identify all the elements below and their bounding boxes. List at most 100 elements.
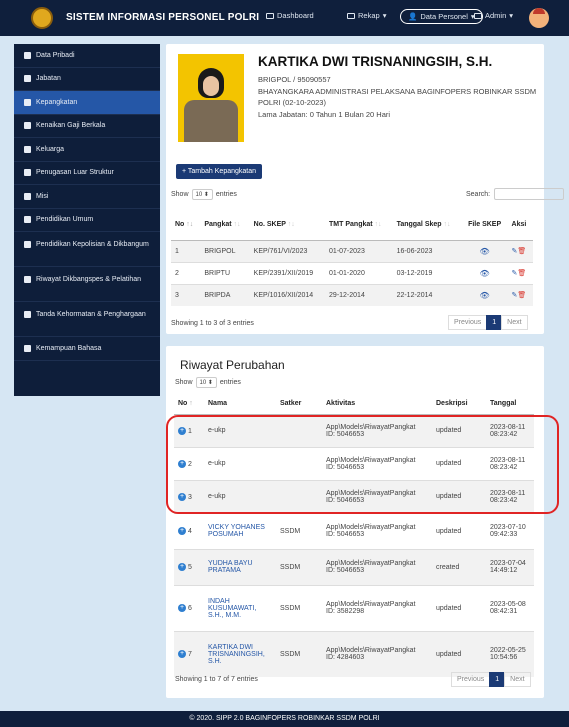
- expand-icon[interactable]: +: [178, 492, 186, 501]
- table-row: +3 e-ukp App\Models\RiwayatPangkat ID: 50…: [174, 479, 534, 513]
- expand-icon[interactable]: +: [178, 527, 186, 535]
- cell-time: 08:23:42: [490, 496, 518, 504]
- sidebar-item-pendidikan-umum[interactable]: Pendidikan Umum: [14, 209, 160, 232]
- cell-date: 2022-05-25: [490, 647, 526, 655]
- cell-nama: e-ukp: [204, 479, 276, 513]
- expand-icon[interactable]: +: [178, 563, 186, 571]
- col-header-label: Satker: [280, 400, 302, 408]
- cell-time: 08:23:42: [490, 430, 518, 438]
- avatar[interactable]: [529, 8, 549, 28]
- cell-nama[interactable]: VICKY YOHANES POSUMAH: [204, 512, 276, 549]
- laptop-icon: [474, 12, 482, 19]
- sidebar-item-kepangkatan[interactable]: Kepangkatan: [14, 91, 160, 115]
- col-nama[interactable]: Nama: [204, 394, 276, 415]
- sidebar-item-kemampuan-bahasa[interactable]: Kemampuan Bahasa: [14, 337, 160, 361]
- col-deskripsi[interactable]: Deskripsi: [432, 394, 486, 415]
- eye-icon[interactable]: 👁: [480, 291, 490, 300]
- sidebar-item-jabatan[interactable]: Jabatan: [14, 68, 160, 91]
- search-label: Search:: [466, 190, 491, 198]
- page-1-button[interactable]: 1: [486, 315, 503, 330]
- sidebar-item-keluarga[interactable]: Keluarga: [14, 138, 160, 162]
- nav-dashboard[interactable]: Dashboard: [266, 11, 314, 20]
- entries-select[interactable]: 10 ⬍: [191, 189, 213, 200]
- cell-nama: e-ukp: [204, 446, 276, 480]
- col-header-label: No. SKEP: [253, 221, 286, 229]
- col-file[interactable]: File SKEP: [461, 210, 508, 241]
- cell-nama: e-ukp: [204, 413, 276, 447]
- entries-length: Show 10 ⬍ entries: [171, 189, 237, 200]
- sidebar-item-kenaikan-gaji[interactable]: Kenaikan Gaji Berkala: [14, 115, 160, 138]
- cell-tanggal: 16-06-2023: [392, 239, 462, 262]
- cell-date: 2023-08-11: [490, 423, 526, 431]
- expand-icon[interactable]: +: [178, 426, 186, 435]
- nav-data-personel[interactable]: 👤 Data Personel ▾: [400, 9, 483, 24]
- entries-select[interactable]: 10 ⬍: [195, 377, 217, 388]
- sidebar-item-label: Jabatan: [36, 75, 61, 83]
- expand-icon[interactable]: +: [178, 459, 186, 468]
- kepangkatan-card: KARTIKA DWI TRISNANINGSIH, S.H. BRIGPOL …: [166, 44, 565, 334]
- cell-satker: SSDM: [276, 512, 322, 549]
- cell-date: 2023-07-10: [490, 524, 526, 531]
- footer: © 2020. SIPP 2.0 BAGINFOPERS ROBINKAR SS…: [0, 711, 569, 727]
- previous-button[interactable]: Previous: [448, 315, 488, 330]
- next-button[interactable]: Next: [501, 315, 528, 330]
- nav-rekap[interactable]: Rekap ▾: [347, 11, 386, 20]
- col-tanggal-skep[interactable]: Tanggal Skep ↑↓: [392, 210, 462, 241]
- cell-aktivitas: App\Models\RiwayatPangkat: [326, 601, 416, 608]
- col-no[interactable]: No ↑: [174, 394, 204, 415]
- riwayat-title: Riwayat Perubahan: [180, 358, 285, 372]
- search-input[interactable]: [494, 188, 565, 200]
- expand-icon[interactable]: +: [178, 650, 186, 659]
- cell-deskripsi: updated: [432, 413, 486, 447]
- user-icon: [24, 51, 31, 59]
- sidebar-item-tanda-kehormatan[interactable]: Tanda Kehormatan & Penghargaan: [14, 302, 160, 337]
- cell-deskripsi: updated: [432, 512, 486, 549]
- chevron-down-icon: ▾: [382, 11, 387, 20]
- next-button[interactable]: Next: [504, 672, 531, 687]
- col-aktivitas[interactable]: Aktivitas: [322, 394, 432, 415]
- sidebar-item-misi[interactable]: Misi: [14, 185, 160, 209]
- trash-icon[interactable]: 🗑: [517, 270, 526, 277]
- entries-label: entries: [215, 191, 237, 198]
- col-satker[interactable]: Satker: [276, 394, 322, 415]
- add-kepangkatan-button[interactable]: + Tambah Kepangkatan: [176, 164, 263, 179]
- cell-nama[interactable]: KARTIKA DWI TRISNANINGSIH, S.H.: [204, 630, 276, 677]
- sidebar-item-penugasan[interactable]: Penugasan Luar Struktur: [14, 162, 160, 185]
- sidebar-item-data-pribadi[interactable]: Data Pribadi: [14, 44, 160, 68]
- kepangkatan-table: No ↑↓ Pangkat ↑↓ No. SKEP ↑↓ TMT Pangkat…: [171, 210, 533, 306]
- cell-time: 08:42:31: [490, 608, 518, 615]
- search: Search:: [466, 188, 565, 200]
- sidebar-item-pendidikan-kepolisian[interactable]: Pendidikan Kepolisian & Dikbangum: [14, 232, 160, 267]
- col-skep[interactable]: No. SKEP ↑↓: [249, 210, 326, 241]
- cell-nama[interactable]: INDAH KUSUMAWATI, S.H., M.M.: [204, 584, 276, 631]
- profile-photo: [178, 54, 244, 142]
- cell-nama[interactable]: YUDHA BAYU PRATAMA: [204, 548, 276, 585]
- chevron-down-icon: ▾: [509, 11, 514, 20]
- table-row: 3 BRIPDA KEP/1016/XII/2014 29-12-2014 22…: [171, 283, 533, 306]
- expand-icon[interactable]: +: [178, 604, 186, 612]
- shield-icon: [24, 192, 31, 200]
- table-row: +4 VICKY YOHANES POSUMAH SSDM App\Models…: [174, 512, 534, 549]
- cell-aktivitas: App\Models\RiwayatPangkat: [326, 560, 416, 567]
- eye-icon[interactable]: 👁: [480, 269, 490, 278]
- col-tmt[interactable]: TMT Pangkat ↑↓: [325, 210, 393, 241]
- previous-button[interactable]: Previous: [451, 672, 491, 687]
- col-tanggal[interactable]: Tanggal: [486, 394, 534, 415]
- col-aksi[interactable]: Aksi: [507, 210, 533, 241]
- document-icon: [347, 12, 355, 19]
- page-1-button[interactable]: 1: [489, 672, 506, 687]
- sidebar-item-label: Riwayat Dikbangspes & Pelatihan: [36, 276, 142, 283]
- sidebar-item-dikbangspes[interactable]: Riwayat Dikbangspes & Pelatihan: [14, 267, 160, 302]
- cell-no: 6: [188, 604, 192, 612]
- nav-admin[interactable]: Admin ▾: [474, 11, 513, 20]
- top-navbar: SISTEM INFORMASI PERSONEL POLRI Dashboar…: [0, 0, 569, 36]
- money-icon: [24, 122, 31, 130]
- cell-pangkat: BRIPTU: [200, 261, 250, 284]
- col-pangkat[interactable]: Pangkat ↑↓: [200, 210, 250, 241]
- trash-icon[interactable]: 🗑: [517, 248, 526, 255]
- col-no[interactable]: No ↑↓: [171, 210, 201, 241]
- trash-icon[interactable]: 🗑: [517, 292, 526, 299]
- cell-satker: SSDM: [276, 630, 322, 677]
- sidebar-item-label: Pendidikan Kepolisian & Dikbangum: [36, 241, 149, 248]
- eye-icon[interactable]: 👁: [480, 247, 490, 256]
